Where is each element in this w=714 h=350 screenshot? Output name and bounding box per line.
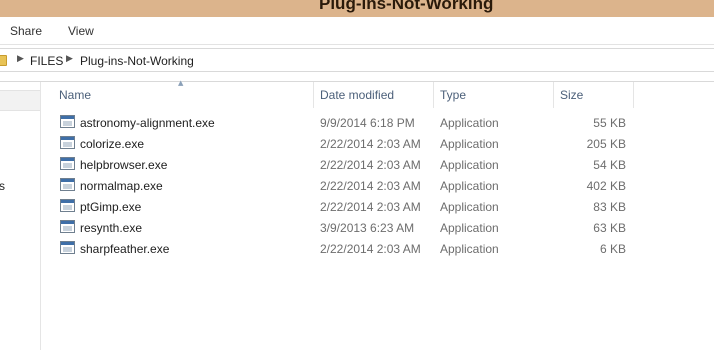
file-size: 402 KB — [586, 179, 626, 193]
nav-item-label[interactable]: s — [0, 179, 5, 193]
chevron-right-icon[interactable]: ▶ — [17, 54, 24, 64]
file-size: 54 KB — [593, 158, 626, 172]
column-header-type-label: Type — [440, 88, 467, 102]
file-size: 63 KB — [593, 221, 626, 235]
column-header-type[interactable]: Type — [434, 82, 554, 108]
file-type: Application — [440, 158, 499, 172]
file-size: 55 KB — [593, 116, 626, 130]
table-row[interactable]: resynth.exe 3/9/2013 6:23 AM Application… — [52, 218, 632, 239]
title-bar[interactable]: Plug-ins-Not-Working — [0, 0, 714, 17]
column-header-size-label: Size — [560, 88, 584, 102]
application-exe-icon — [60, 136, 75, 149]
address-bar: ▶ FILES ▶ Plug-ins-Not-Working — [0, 45, 714, 82]
folder-icon — [0, 55, 7, 66]
nav-item-selected[interactable] — [0, 90, 40, 111]
file-name: colorize.exe — [80, 137, 145, 151]
file-date: 2/22/2014 2:03 AM — [320, 242, 421, 256]
navigation-pane: s — [0, 82, 41, 350]
file-date: 2/22/2014 2:03 AM — [320, 179, 421, 193]
file-name: resynth.exe — [80, 221, 143, 235]
column-header-name[interactable]: Name — [53, 82, 314, 108]
table-row[interactable]: helpbrowser.exe 2/22/2014 2:03 AM Applic… — [52, 155, 632, 176]
file-type: Application — [440, 137, 499, 151]
file-list: ▲ Name Date modified Type Size astronomy… — [41, 79, 714, 350]
file-type: Application — [440, 221, 499, 235]
file-name: ptGimp.exe — [80, 200, 142, 214]
address-field[interactable]: ▶ FILES ▶ Plug-ins-Not-Working — [0, 48, 714, 72]
tab-view[interactable]: View — [68, 24, 94, 38]
table-row[interactable]: ptGimp.exe 2/22/2014 2:03 AM Application… — [52, 197, 632, 218]
application-exe-icon — [60, 241, 75, 254]
column-header-date-label: Date modified — [320, 88, 395, 102]
file-type: Application — [440, 116, 499, 130]
file-date: 2/22/2014 2:03 AM — [320, 200, 421, 214]
file-date: 2/22/2014 2:03 AM — [320, 158, 421, 172]
file-date: 9/9/2014 6:18 PM — [320, 116, 415, 130]
file-type: Application — [440, 200, 499, 214]
application-exe-icon — [60, 199, 75, 212]
file-date: 2/22/2014 2:03 AM — [320, 137, 421, 151]
file-name: helpbrowser.exe — [80, 158, 168, 172]
table-row[interactable]: normalmap.exe 2/22/2014 2:03 AM Applicat… — [52, 176, 632, 197]
column-header-name-label: Name — [59, 88, 92, 102]
file-size: 6 KB — [599, 242, 626, 256]
breadcrumb-current-folder[interactable]: Plug-ins-Not-Working — [80, 54, 194, 68]
file-name: astronomy-alignment.exe — [80, 116, 215, 130]
table-row[interactable]: astronomy-alignment.exe 9/9/2014 6:18 PM… — [52, 113, 632, 134]
file-size: 205 KB — [586, 137, 626, 151]
column-header-size[interactable]: Size — [554, 82, 634, 108]
file-type: Application — [440, 179, 499, 193]
file-size: 83 KB — [593, 200, 626, 214]
chevron-right-icon[interactable]: ▶ — [66, 54, 73, 64]
file-name: normalmap.exe — [80, 179, 163, 193]
column-header-date[interactable]: Date modified — [314, 82, 434, 108]
ribbon-tabs: Share View — [0, 17, 714, 45]
application-exe-icon — [60, 178, 75, 191]
application-exe-icon — [60, 220, 75, 233]
file-name: sharpfeather.exe — [80, 242, 170, 256]
file-type: Application — [440, 242, 499, 256]
file-date: 3/9/2013 6:23 AM — [320, 221, 415, 235]
application-exe-icon — [60, 115, 75, 128]
table-row[interactable]: sharpfeather.exe 2/22/2014 2:03 AM Appli… — [52, 239, 632, 260]
tab-share[interactable]: Share — [10, 24, 42, 38]
window-title: Plug-ins-Not-Working — [319, 0, 494, 13]
breadcrumb-files[interactable]: FILES — [30, 54, 63, 68]
application-exe-icon — [60, 157, 75, 170]
table-row[interactable]: colorize.exe 2/22/2014 2:03 AM Applicati… — [52, 134, 632, 155]
